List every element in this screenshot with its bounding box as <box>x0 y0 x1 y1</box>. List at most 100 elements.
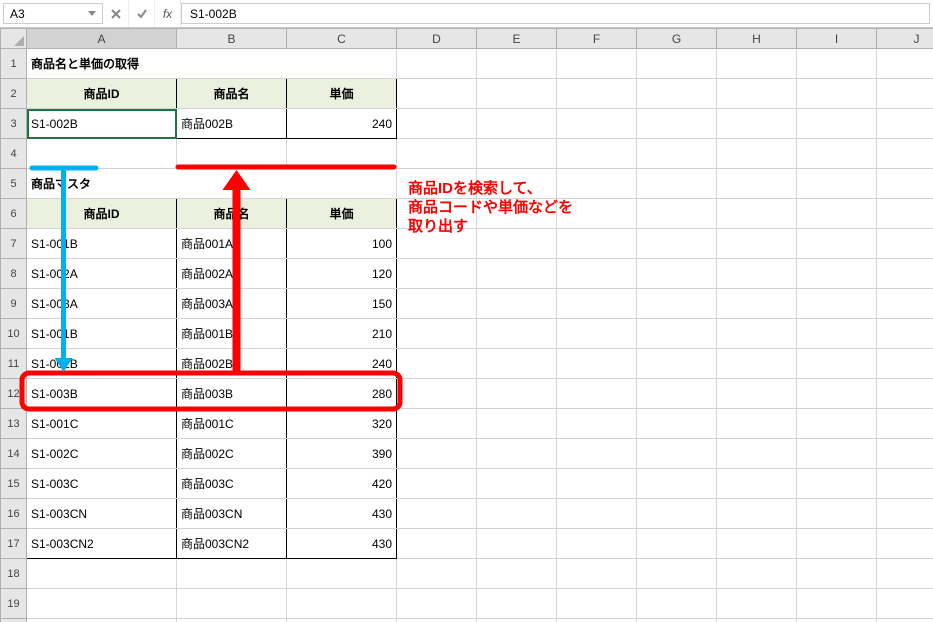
cell-H20[interactable] <box>717 619 797 622</box>
cell-E8[interactable] <box>477 259 557 289</box>
cell-J11[interactable] <box>877 349 933 379</box>
cell-A19[interactable] <box>27 589 177 619</box>
cell-I17[interactable] <box>797 529 877 559</box>
cell-B12[interactable]: 商品003B <box>177 379 287 409</box>
cell-H8[interactable] <box>717 259 797 289</box>
cell-H2[interactable] <box>717 79 797 109</box>
worksheet-grid[interactable]: ABCDEFGHIJK1商品名と単価の取得2商品ID商品名単価3S1-002B商… <box>0 28 933 622</box>
cell-G4[interactable] <box>637 139 717 169</box>
row-header-3[interactable]: 3 <box>1 109 27 139</box>
cell-H7[interactable] <box>717 229 797 259</box>
cell-A7[interactable]: S1-001B <box>27 229 177 259</box>
cell-J10[interactable] <box>877 319 933 349</box>
cell-D14[interactable] <box>397 439 477 469</box>
cell-J18[interactable] <box>877 559 933 589</box>
cell-E12[interactable] <box>477 379 557 409</box>
cell-D5[interactable] <box>397 169 477 199</box>
cell-H5[interactable] <box>717 169 797 199</box>
row-header-10[interactable]: 10 <box>1 319 27 349</box>
cell-C6[interactable]: 単価 <box>287 199 397 229</box>
cell-J3[interactable] <box>877 109 933 139</box>
row-header-2[interactable]: 2 <box>1 79 27 109</box>
cell-C18[interactable] <box>287 559 397 589</box>
cell-H4[interactable] <box>717 139 797 169</box>
cell-J6[interactable] <box>877 199 933 229</box>
cell-F16[interactable] <box>557 499 637 529</box>
cell-B8[interactable]: 商品002A <box>177 259 287 289</box>
cell-I8[interactable] <box>797 259 877 289</box>
cell-B4[interactable] <box>177 139 287 169</box>
cell-J19[interactable] <box>877 589 933 619</box>
cell-G9[interactable] <box>637 289 717 319</box>
cell-E4[interactable] <box>477 139 557 169</box>
cell-I2[interactable] <box>797 79 877 109</box>
cell-C14[interactable]: 390 <box>287 439 397 469</box>
cell-H17[interactable] <box>717 529 797 559</box>
cell-B20[interactable] <box>177 619 287 622</box>
cell-H1[interactable] <box>717 49 797 79</box>
cell-E16[interactable] <box>477 499 557 529</box>
col-header-C[interactable]: C <box>287 29 397 49</box>
cell-B16[interactable]: 商品003CN <box>177 499 287 529</box>
cell-A3[interactable]: S1-002B <box>27 109 177 139</box>
col-header-I[interactable]: I <box>797 29 877 49</box>
row-header-17[interactable]: 17 <box>1 529 27 559</box>
cell-C13[interactable]: 320 <box>287 409 397 439</box>
cell-E6[interactable] <box>477 199 557 229</box>
cell-J15[interactable] <box>877 469 933 499</box>
cell-G6[interactable] <box>637 199 717 229</box>
cell-F18[interactable] <box>557 559 637 589</box>
row-header-19[interactable]: 19 <box>1 589 27 619</box>
col-header-D[interactable]: D <box>397 29 477 49</box>
col-header-F[interactable]: F <box>557 29 637 49</box>
cell-I12[interactable] <box>797 379 877 409</box>
cell-H13[interactable] <box>717 409 797 439</box>
cell-I11[interactable] <box>797 349 877 379</box>
col-header-B[interactable]: B <box>177 29 287 49</box>
cell-E13[interactable] <box>477 409 557 439</box>
cell-H9[interactable] <box>717 289 797 319</box>
cell-E11[interactable] <box>477 349 557 379</box>
cell-A13[interactable]: S1-001C <box>27 409 177 439</box>
cell-H16[interactable] <box>717 499 797 529</box>
cell-D2[interactable] <box>397 79 477 109</box>
cell-F15[interactable] <box>557 469 637 499</box>
cell-D7[interactable] <box>397 229 477 259</box>
cell-G14[interactable] <box>637 439 717 469</box>
cell-J5[interactable] <box>877 169 933 199</box>
cell-C2[interactable]: 単価 <box>287 79 397 109</box>
cell-D3[interactable] <box>397 109 477 139</box>
cell-C16[interactable]: 430 <box>287 499 397 529</box>
cell-A14[interactable]: S1-002C <box>27 439 177 469</box>
cell-I19[interactable] <box>797 589 877 619</box>
cell-A2[interactable]: 商品ID <box>27 79 177 109</box>
cell-D9[interactable] <box>397 289 477 319</box>
cell-D16[interactable] <box>397 499 477 529</box>
cell-F11[interactable] <box>557 349 637 379</box>
row-header-5[interactable]: 5 <box>1 169 27 199</box>
cell-J8[interactable] <box>877 259 933 289</box>
cell-D8[interactable] <box>397 259 477 289</box>
cell-F10[interactable] <box>557 319 637 349</box>
cell-E17[interactable] <box>477 529 557 559</box>
cell-G17[interactable] <box>637 529 717 559</box>
cell-D19[interactable] <box>397 589 477 619</box>
cell-B13[interactable]: 商品001C <box>177 409 287 439</box>
cell-E15[interactable] <box>477 469 557 499</box>
cell-F7[interactable] <box>557 229 637 259</box>
row-header-7[interactable]: 7 <box>1 229 27 259</box>
cell-A8[interactable]: S1-002A <box>27 259 177 289</box>
cell-D15[interactable] <box>397 469 477 499</box>
cell-D12[interactable] <box>397 379 477 409</box>
cell-E19[interactable] <box>477 589 557 619</box>
cell-C15[interactable]: 420 <box>287 469 397 499</box>
cell-C20[interactable] <box>287 619 397 622</box>
cell-J7[interactable] <box>877 229 933 259</box>
name-box[interactable]: A3 <box>3 3 103 24</box>
cell-F6[interactable] <box>557 199 637 229</box>
cell-F14[interactable] <box>557 439 637 469</box>
cell-B19[interactable] <box>177 589 287 619</box>
cell-B9[interactable]: 商品003A <box>177 289 287 319</box>
cell-I10[interactable] <box>797 319 877 349</box>
row-header-14[interactable]: 14 <box>1 439 27 469</box>
